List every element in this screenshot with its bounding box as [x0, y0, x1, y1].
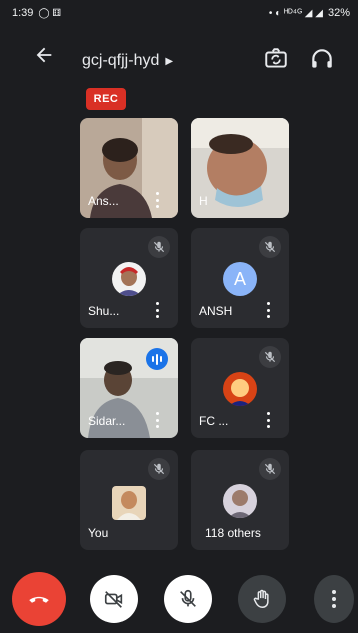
- status-right: • ◐ ᴴᴰ⁴ᴳ ◢ ◢ 32%: [269, 7, 350, 19]
- status-bar: 1:39 ◯ ⚅ • ◐ ᴴᴰ⁴ᴳ ◢ ◢ 32%: [0, 0, 358, 26]
- participant-name: FC ...: [199, 414, 229, 428]
- meeting-header: gcj-qfjj-hyd ▶: [0, 40, 358, 80]
- participant-name: Ans...: [88, 194, 119, 208]
- recording-badge: REC: [86, 88, 126, 110]
- camera-toggle-button[interactable]: [90, 575, 138, 623]
- more-vert-icon[interactable]: [265, 412, 271, 428]
- end-call-button[interactable]: [12, 572, 66, 626]
- participant-tile-shu[interactable]: Shu...: [80, 228, 178, 328]
- more-vert-icon[interactable]: [265, 302, 271, 318]
- avatar: [223, 372, 257, 406]
- meeting-code: gcj-qfjj-hyd: [82, 52, 160, 69]
- more-vert-icon: [332, 590, 336, 608]
- participant-tile-others[interactable]: 118 others: [191, 450, 289, 550]
- headphones-icon[interactable]: [309, 46, 335, 72]
- end-call-icon: [29, 596, 49, 603]
- avatar: A: [223, 262, 257, 296]
- more-options-button[interactable]: [314, 575, 354, 623]
- participant-name: 118 others: [205, 526, 261, 540]
- switch-camera-icon[interactable]: [263, 46, 289, 72]
- avatar: [112, 262, 146, 296]
- raise-hand-button[interactable]: [238, 575, 286, 623]
- meeting-title[interactable]: gcj-qfjj-hyd ▶: [82, 52, 173, 70]
- mic-toggle-button[interactable]: [164, 575, 212, 623]
- mic-off-icon: [259, 458, 281, 480]
- signal-icons: • ◐ ᴴᴰ⁴ᴳ ◢ ◢: [268, 7, 323, 19]
- more-vert-icon[interactable]: [154, 302, 160, 318]
- mic-off-icon: [259, 346, 281, 368]
- participant-name: ANSH: [199, 304, 233, 318]
- participant-name: You: [88, 526, 109, 540]
- mic-off-icon: [180, 589, 196, 607]
- back-arrow-icon[interactable]: [30, 44, 58, 72]
- participant-name: H: [199, 194, 208, 208]
- call-controls: [0, 568, 358, 628]
- participant-name: Shu...: [88, 304, 120, 318]
- notification-icons: ◯ ⚅: [38, 7, 62, 19]
- participant-tile-ans[interactable]: Ans...: [80, 118, 178, 218]
- more-vert-icon[interactable]: [154, 412, 160, 428]
- participant-tile-you[interactable]: You: [80, 450, 178, 550]
- camera-off-icon: [104, 591, 123, 608]
- status-time: 1:39: [12, 7, 34, 19]
- chevron-right-icon: ▶: [165, 55, 174, 67]
- mic-off-icon: [148, 236, 170, 258]
- battery-level: 32%: [327, 7, 350, 19]
- speaking-indicator-icon: [146, 348, 168, 370]
- avatar: [223, 484, 257, 518]
- participant-tile-ansh[interactable]: A ANSH: [191, 228, 289, 328]
- avatar: [112, 486, 146, 520]
- raise-hand-icon: [253, 589, 269, 608]
- participant-tile-sidar[interactable]: Sidar...: [80, 338, 178, 438]
- participant-tile-h[interactable]: H: [191, 118, 289, 218]
- status-left: 1:39 ◯ ⚅: [12, 7, 61, 19]
- participant-tile-fc[interactable]: FC ...: [191, 338, 289, 438]
- more-vert-icon[interactable]: [154, 192, 160, 208]
- mic-off-icon: [259, 236, 281, 258]
- participant-name: Sidar...: [88, 414, 126, 428]
- mic-off-icon: [148, 458, 170, 480]
